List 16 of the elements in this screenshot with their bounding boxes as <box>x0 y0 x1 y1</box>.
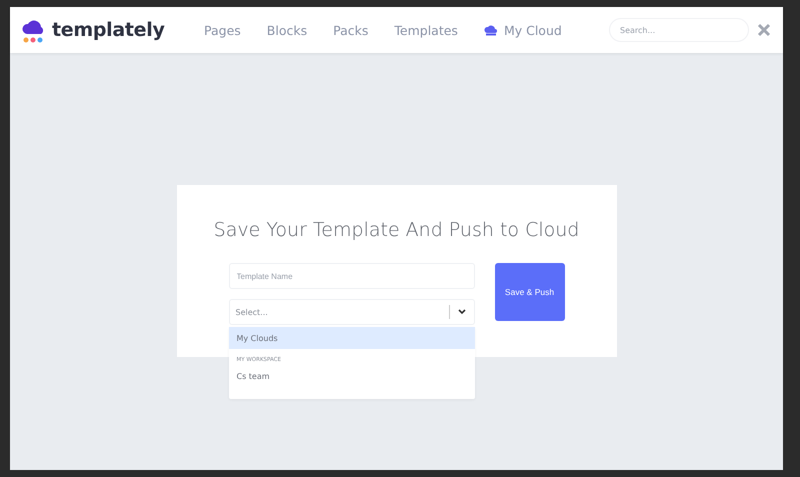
template-name-field[interactable]: Template Name <box>228 263 474 289</box>
nav-tab[interactable]: Pages <box>204 22 241 38</box>
menu-option[interactable]: Cs team <box>228 365 474 387</box>
menu-option[interactable]: My Clouds <box>228 327 474 349</box>
nav-tab[interactable]: Packs <box>333 22 368 38</box>
nav-tab[interactable]: Blocks <box>266 22 308 38</box>
dialog-title: Save Your Template And Push to Cloud <box>214 219 580 241</box>
chevron-icon <box>456 307 466 317</box>
close-button[interactable] <box>757 23 771 37</box>
cloud-select[interactable]: Select... <box>228 299 474 325</box>
nav-tab[interactable]: Templates <box>394 22 458 38</box>
save-push-button[interactable]: Save & Push <box>494 263 564 321</box>
nav-tab[interactable]: My Cloud <box>484 22 562 38</box>
cloud-icon <box>484 23 498 37</box>
logo-text: templately <box>52 19 165 41</box>
search-field[interactable]: Search... <box>609 18 749 42</box>
